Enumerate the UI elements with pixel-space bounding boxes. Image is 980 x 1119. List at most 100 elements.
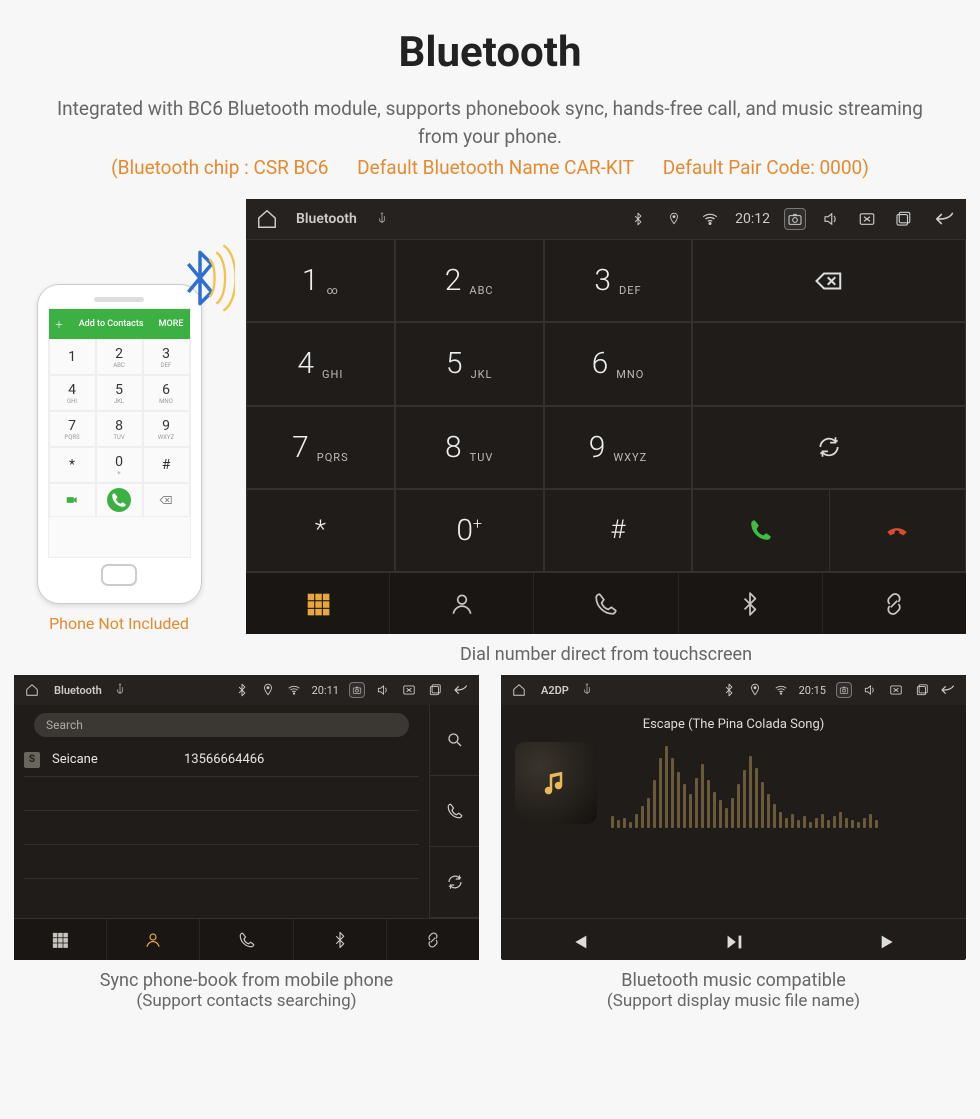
close-button[interactable] xyxy=(856,208,878,230)
back-button[interactable] xyxy=(453,682,469,698)
tab-bluetooth[interactable] xyxy=(679,573,823,634)
page-title: Bluetooth xyxy=(0,28,980,77)
contact-row[interactable]: S Seicane 13566664466 xyxy=(24,743,419,777)
call-contact-button[interactable] xyxy=(430,776,479,847)
dial-key-6[interactable]: 6MNO xyxy=(544,322,693,405)
close-button[interactable] xyxy=(401,682,417,698)
location-icon xyxy=(260,682,276,698)
phone-key-3[interactable]: 3DEF xyxy=(143,339,190,375)
redial-button[interactable] xyxy=(693,407,965,488)
screenshot-button[interactable] xyxy=(784,208,806,230)
tab-dialpad[interactable] xyxy=(246,573,390,634)
search-button[interactable] xyxy=(430,705,479,776)
contacts-search-input[interactable]: Search xyxy=(34,713,409,737)
volume-button[interactable] xyxy=(820,208,842,230)
dial-key-2[interactable]: 2ABC xyxy=(395,239,544,322)
dialer-screen: Bluetooth 20:12 1∞2ABC3DEF 4GHI5JKL6MNO 7P… xyxy=(246,199,966,634)
close-button[interactable] xyxy=(888,682,904,698)
phone-key-1[interactable]: 1 xyxy=(49,339,96,375)
tab-bluetooth[interactable] xyxy=(294,919,387,960)
tab-call-log[interactable] xyxy=(534,573,678,634)
phone-key-7[interactable]: 7PQRS xyxy=(49,411,96,447)
dial-key-0[interactable]: 0+ xyxy=(395,489,544,572)
tab-pair[interactable] xyxy=(823,573,966,634)
visualizer xyxy=(611,738,952,828)
bluetooth-signal-icon xyxy=(165,243,235,313)
contact-number: 13566664466 xyxy=(184,752,264,767)
location-icon xyxy=(747,682,763,698)
empty-cell xyxy=(693,323,965,404)
recents-button[interactable] xyxy=(892,208,914,230)
home-icon[interactable] xyxy=(256,208,278,230)
phonebook-status-bar: Bluetooth 20:11 xyxy=(14,675,479,705)
phone-backspace-button[interactable] xyxy=(143,483,190,517)
home-icon[interactable] xyxy=(511,682,527,698)
phone-key-#[interactable]: # xyxy=(143,447,190,483)
phone-key-2[interactable]: 2ABC xyxy=(96,339,143,375)
sync-contacts-button[interactable] xyxy=(430,847,479,918)
tab-call-log[interactable] xyxy=(200,919,293,960)
a2dp-controls xyxy=(501,918,966,964)
dial-key-8[interactable]: 8TUV xyxy=(395,406,544,489)
tab-contacts[interactable] xyxy=(390,573,534,634)
music-note-icon xyxy=(541,768,571,798)
back-button[interactable] xyxy=(934,208,956,230)
dial-key-3[interactable]: 3DEF xyxy=(544,239,693,322)
phone-home-button[interactable] xyxy=(101,564,137,586)
dial-key-#[interactable]: # xyxy=(544,489,693,572)
backspace-button[interactable] xyxy=(693,240,965,321)
dial-key-5[interactable]: 5JKL xyxy=(395,322,544,405)
phone-caption: Phone Not Included xyxy=(14,614,224,633)
phone-call-button[interactable] xyxy=(96,483,143,517)
next-track-button[interactable] xyxy=(811,919,966,964)
bluetooth-icon xyxy=(721,682,737,698)
clock: 20:15 xyxy=(799,684,826,697)
dial-key-4[interactable]: 4GHI xyxy=(246,322,395,405)
dial-key-7[interactable]: 7PQRS xyxy=(246,406,395,489)
home-icon[interactable] xyxy=(24,682,40,698)
phone-key-4[interactable]: 4GHI xyxy=(49,375,96,411)
play-pause-button[interactable] xyxy=(656,919,811,964)
clock: 20:12 xyxy=(735,211,770,227)
tab-pair[interactable] xyxy=(387,919,479,960)
dialer-status-bar: Bluetooth 20:12 xyxy=(246,199,966,239)
phone-video-button[interactable] xyxy=(49,483,96,517)
phone-key-0[interactable]: 0+ xyxy=(96,447,143,483)
prev-track-button[interactable] xyxy=(501,919,656,964)
page-description: Integrated with BC6 Bluetooth module, su… xyxy=(55,95,925,150)
phone-key-*[interactable]: * xyxy=(49,447,96,483)
phonebook-app-title: Bluetooth xyxy=(54,684,102,697)
screenshot-button[interactable] xyxy=(349,682,365,698)
hangup-button[interactable] xyxy=(829,490,965,571)
recents-button[interactable] xyxy=(914,682,930,698)
call-button[interactable] xyxy=(693,490,828,571)
tab-dialpad[interactable] xyxy=(14,919,107,960)
contact-initial: S xyxy=(24,752,40,768)
album-art xyxy=(515,742,597,824)
dialer-caption: Dial number direct from touchscreen xyxy=(246,644,966,665)
screenshot-button[interactable] xyxy=(836,682,852,698)
phone-key-6[interactable]: 6MNO xyxy=(143,375,190,411)
volume-button[interactable] xyxy=(375,682,391,698)
dial-key-1[interactable]: 1∞ xyxy=(246,239,395,322)
tab-contacts[interactable] xyxy=(107,919,200,960)
page-spec-line: (Bluetooth chip : CSR BC6 Default Blueto… xyxy=(0,156,980,179)
phone-key-9[interactable]: 9WXYZ xyxy=(143,411,190,447)
dial-key-9[interactable]: 9WXYZ xyxy=(544,406,693,489)
dial-key-*[interactable]: * xyxy=(246,489,395,572)
a2dp-app-title: A2DP xyxy=(541,684,569,697)
phone-topbar-label: Add to Contacts xyxy=(79,319,144,329)
contact-row-empty xyxy=(24,811,419,845)
contact-row-empty xyxy=(24,777,419,811)
contact-name: Seicane xyxy=(52,752,172,767)
a2dp-caption: Bluetooth music compatible xyxy=(501,970,966,991)
spec-code: Default Pair Code: 0000) xyxy=(663,156,869,179)
spec-chip: (Bluetooth chip : CSR BC6 xyxy=(111,156,328,179)
phone-topbar: ＋ Add to Contacts MORE xyxy=(49,309,190,339)
a2dp-screen: A2DP 20:15 Escape (The Pina Colada Song) xyxy=(501,675,966,960)
back-button[interactable] xyxy=(940,682,956,698)
phone-key-8[interactable]: 8TUV xyxy=(96,411,143,447)
phone-key-5[interactable]: 5JKL xyxy=(96,375,143,411)
recents-button[interactable] xyxy=(427,682,443,698)
volume-button[interactable] xyxy=(862,682,878,698)
